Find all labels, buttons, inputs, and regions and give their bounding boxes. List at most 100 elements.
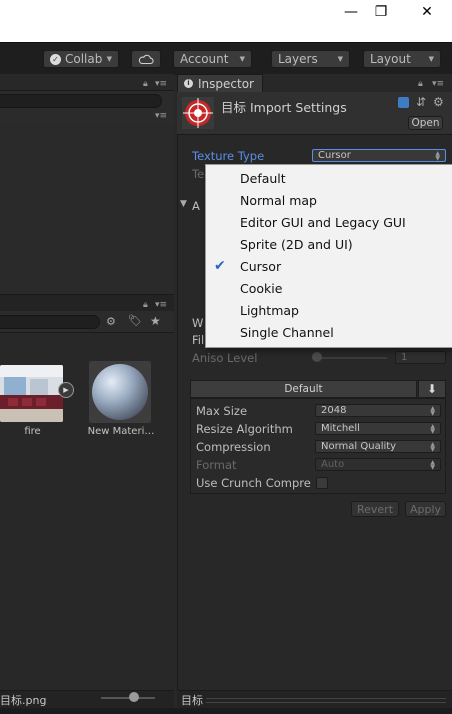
texture-type-label: Texture Type [192, 149, 265, 163]
updown-arrow-icon: ▲ ▼ [430, 440, 435, 453]
format-dropdown[interactable]: Auto ▲ ▼ [315, 458, 441, 471]
project-search-input[interactable] [0, 315, 100, 329]
menu-item-cookie[interactable]: Cookie [206, 277, 452, 299]
menu-item-editor-gui-and-legacy-gui[interactable]: Editor GUI and Legacy GUI [206, 211, 452, 233]
aniso-level-label: Aniso Level [192, 351, 258, 365]
use-crunch-checkbox[interactable] [316, 477, 328, 489]
updown-arrow-icon: ▲ ▼ [430, 422, 435, 435]
panel-menu-icon[interactable]: ▾≡ [155, 111, 167, 121]
menu-item-sprite-2d-and-ui[interactable]: Sprite (2D and UI) [206, 233, 452, 255]
aniso-level-input[interactable]: 1 [395, 351, 446, 364]
menu-item-label: Cookie [240, 280, 283, 296]
hierarchy-content [0, 124, 174, 294]
texture-type-menu: Default Normal map Editor GUI and Legacy G… [205, 164, 452, 348]
menu-item-label: Default [240, 170, 286, 186]
tab-inspector[interactable]: i Inspector [177, 74, 263, 92]
menu-item-label: Normal map [240, 192, 317, 208]
expand-arrow-icon[interactable]: ▶ [58, 382, 74, 398]
format-value: Auto [321, 459, 345, 470]
inspector-title: 目标 Import Settings [221, 100, 347, 115]
collab-label: Collab [65, 52, 103, 66]
panel-menu-icon[interactable]: ▾≡ [155, 300, 167, 310]
texture-type-dropdown[interactable]: Cursor ▲ ▼ [312, 149, 446, 162]
revert-button[interactable]: Revert [351, 501, 399, 517]
asset-label-new-material: New Materi… [87, 426, 155, 437]
filter-mode-label-partial: Fil [192, 333, 205, 347]
dropdown-arrow-icon: ▼ [428, 55, 434, 63]
presets-icon[interactable]: ⇵ [416, 95, 426, 109]
apply-button[interactable]: Apply [405, 501, 446, 517]
hierarchy-search-input[interactable] [0, 94, 162, 108]
layout-dropdown[interactable]: Layout ▼ [363, 50, 441, 68]
lock-icon[interactable]: 🔒︎ [143, 300, 148, 310]
use-crunch-label: Use Crunch Compre [196, 476, 311, 490]
resize-algorithm-dropdown[interactable]: Mitchell ▲ ▼ [315, 422, 441, 435]
menu-item-single-channel[interactable]: Single Channel [206, 321, 452, 343]
filter-by-label-icon[interactable]: 🏷︎ [128, 314, 142, 327]
layers-dropdown[interactable]: Layers ▼ [271, 50, 350, 68]
format-label: Format [196, 458, 237, 472]
hierarchy-subheader [0, 110, 174, 125]
panel-menu-icon[interactable]: ▾≡ [432, 79, 444, 89]
layout-label: Layout [370, 52, 411, 66]
platform-tab-default[interactable]: Default [190, 380, 417, 398]
foldout-arrow-icon[interactable]: ▼ [180, 199, 187, 209]
fire-image [0, 365, 63, 422]
cloud-icon [138, 54, 154, 64]
menu-item-cursor[interactable]: ✔ Cursor [206, 255, 452, 277]
preview-drag-handle[interactable] [206, 698, 446, 703]
favorites-star-icon[interactable]: ★ [150, 314, 161, 328]
open-button[interactable]: Open [408, 116, 443, 130]
aniso-slider-thumb[interactable] [312, 352, 322, 362]
updown-arrow-icon: ▲ ▼ [430, 404, 435, 417]
zoom-slider-track[interactable] [101, 697, 155, 699]
menu-item-label: Single Channel [240, 324, 334, 340]
menu-item-normal-map[interactable]: Normal map [206, 189, 452, 211]
lock-icon[interactable]: 🔒︎ [418, 79, 423, 89]
dropdown-arrow-icon: ▼ [106, 55, 112, 63]
lock-icon[interactable]: 🔒︎ [143, 79, 148, 89]
asset-preview-icon [182, 97, 214, 129]
target-icon [183, 98, 213, 128]
aniso-slider-track[interactable] [312, 357, 387, 359]
preview-asset-name: 目标 [181, 694, 203, 707]
cloud-button[interactable] [131, 50, 161, 68]
checkmark-icon: ✔ [214, 258, 226, 274]
dropdown-arrow-icon: ▼ [239, 55, 245, 63]
max-size-dropdown[interactable]: 2048 ▲ ▼ [315, 404, 441, 417]
account-dropdown[interactable]: Account ▼ [173, 50, 252, 68]
maximize-button[interactable]: ❐ [358, 0, 404, 24]
menu-item-lightmap[interactable]: Lightmap [206, 299, 452, 321]
platform-tab-label: Default [284, 383, 323, 395]
max-size-value: 2048 [321, 405, 347, 416]
fire-thumbnail[interactable] [0, 365, 63, 422]
panel-menu-icon[interactable]: ▾≡ [155, 79, 167, 89]
aniso-level-value: 1 [401, 352, 408, 363]
settings-gear-icon[interactable]: ⚙ [433, 95, 444, 109]
resize-algorithm-label: Resize Algorithm [196, 422, 293, 436]
menu-item-label: Lightmap [240, 302, 299, 318]
tab-inspector-label: Inspector [198, 76, 254, 91]
compression-dropdown[interactable]: Normal Quality ▲ ▼ [315, 440, 441, 453]
info-icon: i [184, 79, 193, 88]
dropdown-arrow-icon: ▼ [337, 55, 343, 63]
material-sphere-icon [92, 364, 148, 420]
resize-algorithm-value: Mitchell [321, 423, 360, 434]
check-icon: ✓ [50, 53, 61, 65]
close-button[interactable]: ✕ [404, 0, 450, 24]
texture-shape-label-partial: Te [192, 167, 205, 181]
wrap-mode-label-partial: W [192, 316, 204, 330]
help-book-icon[interactable] [398, 97, 409, 108]
menu-item-default[interactable]: Default [206, 167, 452, 189]
new-material-thumbnail[interactable] [89, 361, 151, 423]
zoom-slider-thumb[interactable] [129, 692, 139, 702]
updown-arrow-icon: ▲ ▼ [430, 458, 435, 471]
menu-item-label: Editor GUI and Legacy GUI [240, 214, 406, 230]
account-label: Account [180, 52, 229, 66]
collab-button[interactable]: ✓ Collab ▼ [43, 50, 119, 68]
compression-value: Normal Quality [321, 441, 397, 452]
download-icon[interactable]: ⬇ [418, 380, 446, 398]
updown-arrow-icon: ▲ ▼ [435, 149, 440, 162]
filter-by-type-icon[interactable]: ⚙ [106, 315, 116, 328]
layers-label: Layers [278, 52, 318, 66]
